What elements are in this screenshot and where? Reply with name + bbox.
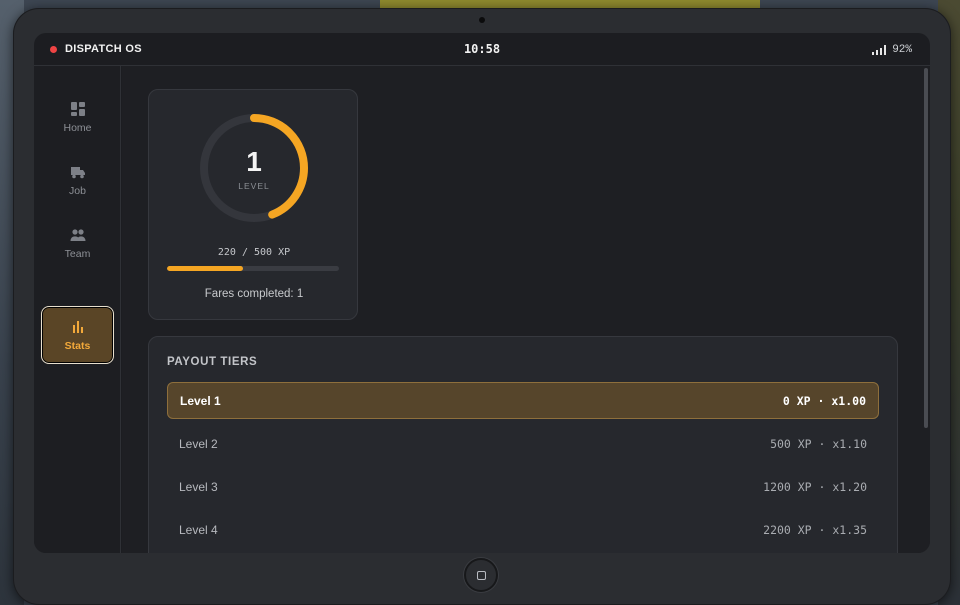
tier-name: Level 4 [179,522,218,537]
os-name: DISPATCH OS [65,43,142,55]
payout-tiers-card: PAYOUT TIERS Level 1 0 XP · x1.00 Level … [148,336,898,553]
tier-value: 1200 XP · x1.20 [763,479,867,494]
sidebar-item-label: Job [69,184,86,197]
stats-content: 1 LEVEL 220 / 500 XP Fares completed: 1 … [122,66,930,553]
tier-name: Level 3 [179,479,218,494]
sidebar-item-job[interactable]: Job [41,151,114,209]
home-square-icon [476,570,486,580]
level-card: 1 LEVEL 220 / 500 XP Fares completed: 1 [148,89,358,320]
tablet-screen: DISPATCH OS 10:58 92% Home Job Team Stat… [34,33,930,553]
record-indicator-icon [50,45,57,53]
tier-row-level-3: Level 3 1200 XP · x1.20 [167,468,879,505]
tier-name: Level 1 [180,393,221,408]
sidebar-item-stats[interactable]: Stats [41,306,114,364]
camera-dot [479,17,485,23]
tier-value: 2200 XP · x1.35 [763,522,867,537]
sidebar-item-home[interactable]: Home [41,88,114,146]
signal-icon [872,44,887,55]
home-button[interactable] [464,558,498,592]
sidebar-item-team[interactable]: Team [41,214,114,272]
xp-progress-fill [167,266,243,271]
level-label: LEVEL [238,181,270,191]
tier-row-level-2: Level 2 500 XP · x1.10 [167,425,879,462]
people-icon [70,228,85,241]
tier-value: 0 XP · x1.00 [782,393,866,408]
level-number: 1 [246,146,262,177]
bar-chart-icon [72,320,83,333]
scrollbar[interactable] [922,66,930,553]
status-right: 92% [872,33,912,66]
xp-progress-text: 220 / 500 XP [217,247,291,258]
tablet-frame: DISPATCH OS 10:58 92% Home Job Team Stat… [13,8,951,605]
tier-row-level-4: Level 4 2200 XP · x1.35 [167,511,879,548]
tier-row-level-1: Level 1 0 XP · x1.00 [167,382,879,419]
sidebar: Home Job Team Stats [34,66,121,553]
sidebar-item-label: Home [63,121,92,134]
scrollbar-thumb[interactable] [924,68,928,428]
dashboard-icon [70,101,85,116]
status-bar: DISPATCH OS 10:58 92% [34,33,930,66]
xp-progress-bar [167,266,339,271]
battery-level: 92% [892,43,912,56]
payout-tiers-title: PAYOUT TIERS [167,356,258,368]
tier-name: Level 2 [179,436,218,451]
truck-icon [70,166,85,178]
sidebar-item-label: Stats [64,339,91,352]
tier-value: 500 XP · x1.10 [770,436,867,451]
clock: 10:58 [463,42,501,56]
sidebar-item-label: Team [64,247,91,260]
fares-completed: Fares completed: 1 [204,288,304,300]
